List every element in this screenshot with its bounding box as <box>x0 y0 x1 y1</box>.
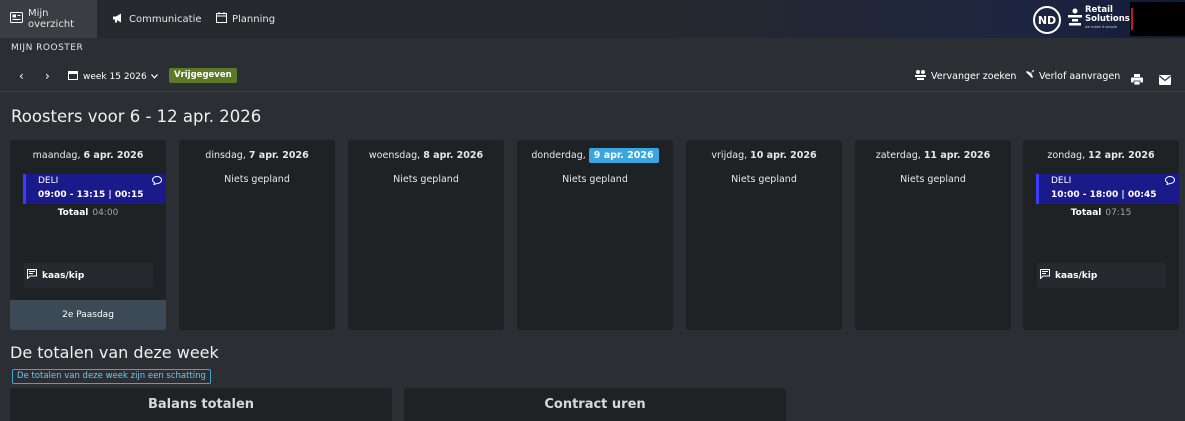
nothing-planned: Niets gepland <box>900 174 966 185</box>
day-date: 11 apr. 2026 <box>923 150 991 161</box>
day-card-zaterdag[interactable]: zaterdag, 11 apr. 2026 Niets gepland <box>855 140 1011 330</box>
tab-label: Communicatie <box>129 13 202 25</box>
weekday: zaterdag, <box>875 150 921 161</box>
total-value: 07:15 <box>1105 208 1132 218</box>
day-header: zaterdag, 11 apr. 2026 <box>855 150 1011 161</box>
nothing-planned: Niets gepland <box>393 174 459 185</box>
tab-label: Mijn overzicht <box>28 8 75 30</box>
weekday: dinsdag, <box>205 150 246 161</box>
total-value: 04:00 <box>92 208 119 218</box>
verlof-aanvragen-label: Verlof aanvragen <box>1039 70 1121 82</box>
note-icon <box>27 269 37 282</box>
nothing-planned: Niets gepland <box>731 174 797 185</box>
day-note[interactable]: kaas/kip <box>24 263 153 288</box>
day-date: 6 apr. 2026 <box>83 150 144 161</box>
day-header: zondag, 12 apr. 2026 <box>1023 150 1179 161</box>
shift-department: DELI <box>38 176 59 186</box>
day-date: 8 apr. 2026 <box>423 150 484 161</box>
today-date-badge: 9 apr. 2026 <box>588 148 659 163</box>
people-icon <box>914 69 927 83</box>
day-card-vrijdag[interactable]: vrijdag, 10 apr. 2026 Niets gepland <box>686 140 842 330</box>
nothing-planned: Niets gepland <box>224 174 290 185</box>
nothing-planned: Niets gepland <box>562 174 628 185</box>
weekday: vrijdag, <box>711 150 748 161</box>
page-header: MIJN ROOSTER <box>11 43 84 53</box>
verlof-aanvragen-button[interactable]: Verlof aanvragen <box>1024 69 1120 83</box>
vervanger-zoeken-button[interactable]: Vervanger zoeken <box>914 69 1016 83</box>
chevron-left-icon[interactable]: ‹ <box>19 69 24 83</box>
chevron-right-icon[interactable]: › <box>45 69 50 83</box>
day-card-dinsdag[interactable]: dinsdag, 7 apr. 2026 Niets gepland <box>179 140 335 330</box>
print-icon[interactable] <box>1131 70 1143 89</box>
estimate-badge: De totalen van deze week zijn een schatt… <box>12 369 211 384</box>
day-header: donderdag, 9 apr. 2026 <box>517 148 673 163</box>
weekday: woensdag, <box>368 150 421 161</box>
comment-icon[interactable] <box>151 175 163 188</box>
balans-totalen-card[interactable]: Balans totalen <box>10 388 392 421</box>
day-header: vrijdag, 10 apr. 2026 <box>686 150 842 161</box>
shift-block[interactable]: DELI 10:00 - 18:00 | 00:45 <box>1036 174 1179 204</box>
day-date: 7 apr. 2026 <box>248 150 309 161</box>
note-icon <box>1040 269 1050 282</box>
chevron-down-icon <box>150 72 158 82</box>
logo-mark-icon <box>1068 8 1082 26</box>
shift-time: 10:00 - 18:00 | 00:45 <box>1051 190 1157 200</box>
shift-department: DELI <box>1051 176 1072 186</box>
week-picker[interactable]: week 15 2026 <box>68 70 158 83</box>
weekday: donderdag, <box>531 150 586 161</box>
day-total: Totaal 04:00 <box>10 208 166 218</box>
day-date: 12 apr. 2026 <box>1088 150 1155 161</box>
retail-solutions-logo: Retail Solutions we make it simple <box>1068 5 1130 33</box>
logo-tagline: we make it simple <box>1085 25 1117 29</box>
calendar-icon <box>216 12 227 26</box>
day-date: 10 apr. 2026 <box>750 150 817 161</box>
day-card-maandag[interactable]: maandag, 6 apr. 2026 DELI 09:00 - 13:15 … <box>10 140 166 330</box>
day-card-donderdag[interactable]: donderdag, 9 apr. 2026 Niets gepland <box>517 140 673 330</box>
tab-label: Planning <box>232 13 276 25</box>
day-total: Totaal 07:15 <box>1023 208 1179 218</box>
tab-planning[interactable]: Planning <box>210 0 280 38</box>
toolbar: ‹ › week 15 2026 Vrijgegeven Vervanger z… <box>0 62 1185 92</box>
calendar-icon <box>68 70 78 83</box>
tab-mijn-overzicht[interactable]: Mijn overzicht <box>0 0 97 38</box>
shift-block[interactable]: DELI 09:00 - 13:15 | 00:15 <box>23 174 166 204</box>
tab-communicatie[interactable]: Communicatie <box>106 0 206 38</box>
day-card-zondag[interactable]: zondag, 12 apr. 2026 DELI 10:00 - 18:00 … <box>1023 140 1179 330</box>
total-label: Totaal <box>57 208 89 218</box>
logo-text-solutions: Solutions <box>1085 14 1130 24</box>
holiday-label: 2e Paasdag <box>10 300 166 330</box>
page-title: Roosters voor 6 - 12 apr. 2026 <box>11 107 262 126</box>
day-header: maandag, 6 apr. 2026 <box>10 150 166 161</box>
megaphone-icon <box>112 13 124 26</box>
dashboard-icon <box>10 12 23 26</box>
top-navigation: Mijn overzicht Communicatie Planning ND … <box>0 0 1185 38</box>
day-header: dinsdag, 7 apr. 2026 <box>179 150 335 161</box>
week-label: week 15 2026 <box>83 71 147 82</box>
mail-icon[interactable] <box>1159 70 1171 89</box>
comment-icon[interactable] <box>1164 175 1176 188</box>
status-badge: Vrijgegeven <box>169 68 237 83</box>
day-card-woensdag[interactable]: woensdag, 8 apr. 2026 Niets gepland <box>348 140 504 330</box>
vervanger-zoeken-label: Vervanger zoeken <box>931 70 1017 82</box>
total-label: Totaal <box>1070 208 1102 218</box>
day-note[interactable]: kaas/kip <box>1037 263 1166 288</box>
contract-uren-card[interactable]: Contract uren <box>404 388 786 421</box>
weekday: maandag, <box>32 150 81 161</box>
avatar[interactable]: ND <box>1033 6 1061 34</box>
note-text: kaas/kip <box>42 270 85 281</box>
plane-icon <box>1024 69 1035 83</box>
note-text: kaas/kip <box>1055 270 1098 281</box>
weekday: zondag, <box>1047 150 1086 161</box>
redacted-area <box>1130 2 1185 36</box>
day-header: woensdag, 8 apr. 2026 <box>348 150 504 161</box>
shift-time: 09:00 - 13:15 | 00:15 <box>38 190 144 200</box>
totals-title: De totalen van deze week <box>10 343 219 362</box>
